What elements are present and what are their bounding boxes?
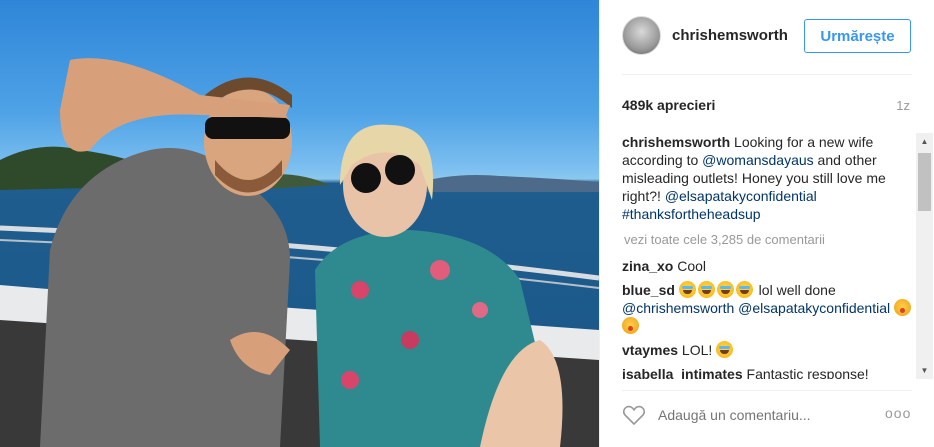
mention-link[interactable]: @elsapatakyconfidential (665, 188, 817, 204)
photo-illustration (0, 58, 599, 447)
dress-flower (341, 371, 359, 389)
heart-icon[interactable] (622, 403, 646, 427)
man-sunglasses (205, 117, 290, 139)
woman-sunglasses-left (351, 163, 381, 193)
post-header: chrishemsworth Urmărește (600, 0, 934, 74)
comment-username[interactable]: vtaymes (622, 342, 678, 358)
dress-flower (472, 302, 488, 318)
kiss-emoji-icon (622, 317, 639, 334)
view-all-comments-link[interactable]: vezi toate cele 3,285 de comentarii (624, 231, 914, 249)
caption-username[interactable]: chrishemsworth (622, 134, 730, 150)
header-divider (622, 74, 912, 75)
comment-text: Cool (673, 258, 707, 274)
mention-link[interactable]: @elsapatakyconfidential (738, 300, 890, 316)
username[interactable]: chrishemsworth (672, 27, 788, 44)
comments-scrollbar[interactable]: ▲ ▼ (916, 133, 933, 379)
caption: chrishemsworth Looking for a new wife ac… (622, 133, 914, 223)
more-options-icon[interactable]: ooo (885, 405, 911, 421)
post-photo[interactable] (0, 0, 599, 447)
list-item: vtaymes LOL! (622, 341, 914, 359)
comment-text: Fantastic response! (742, 366, 869, 379)
grinning-sweat-emoji-icon (678, 281, 696, 298)
list-item: isabella_intimates Fantastic response! (622, 365, 914, 379)
comments-list: chrishemsworth Looking for a new wife ac… (622, 133, 914, 379)
grinning-sweat-emoji-icon (716, 281, 734, 298)
comment-username[interactable]: blue_sd (622, 282, 675, 298)
island-right (410, 175, 599, 192)
grinning-sweat-emoji-icon (716, 341, 734, 358)
comment-username[interactable]: isabella_intimates (622, 366, 743, 379)
avatar[interactable] (622, 16, 661, 55)
hashtag-link[interactable]: #thanksfortheheadsup (622, 206, 761, 222)
comment-text: lol well done (754, 282, 836, 298)
dress-flower (351, 281, 369, 299)
comment-footer: ooo (600, 390, 934, 447)
list-item: blue_sd lol well done @chrishemsworth @e… (622, 281, 914, 335)
woman-sunglasses-right (385, 155, 415, 185)
mention-link[interactable]: @chrishemsworth (622, 300, 734, 316)
comment-input[interactable] (658, 404, 858, 426)
scroll-up-icon[interactable]: ▲ (916, 133, 933, 150)
post-time[interactable]: 1z (896, 98, 910, 113)
dress-flower (430, 260, 450, 280)
comment-text: LOL! (678, 342, 717, 358)
comment-username[interactable]: zina_xo (622, 258, 673, 274)
scroll-thumb[interactable] (918, 153, 931, 211)
dress-flower (401, 331, 419, 349)
post-sidebar: chrishemsworth Urmărește 489k aprecieri … (599, 0, 934, 447)
grinning-sweat-emoji-icon (697, 281, 715, 298)
likes-count[interactable]: 489k aprecieri (622, 97, 715, 113)
kiss-emoji-icon (894, 299, 912, 316)
mention-link[interactable]: @womansdayaus (702, 152, 814, 168)
follow-button[interactable]: Urmărește (804, 19, 911, 53)
list-item: zina_xo Cool (622, 257, 914, 275)
grinning-sweat-emoji-icon (735, 281, 753, 298)
scroll-down-icon[interactable]: ▼ (916, 362, 933, 379)
